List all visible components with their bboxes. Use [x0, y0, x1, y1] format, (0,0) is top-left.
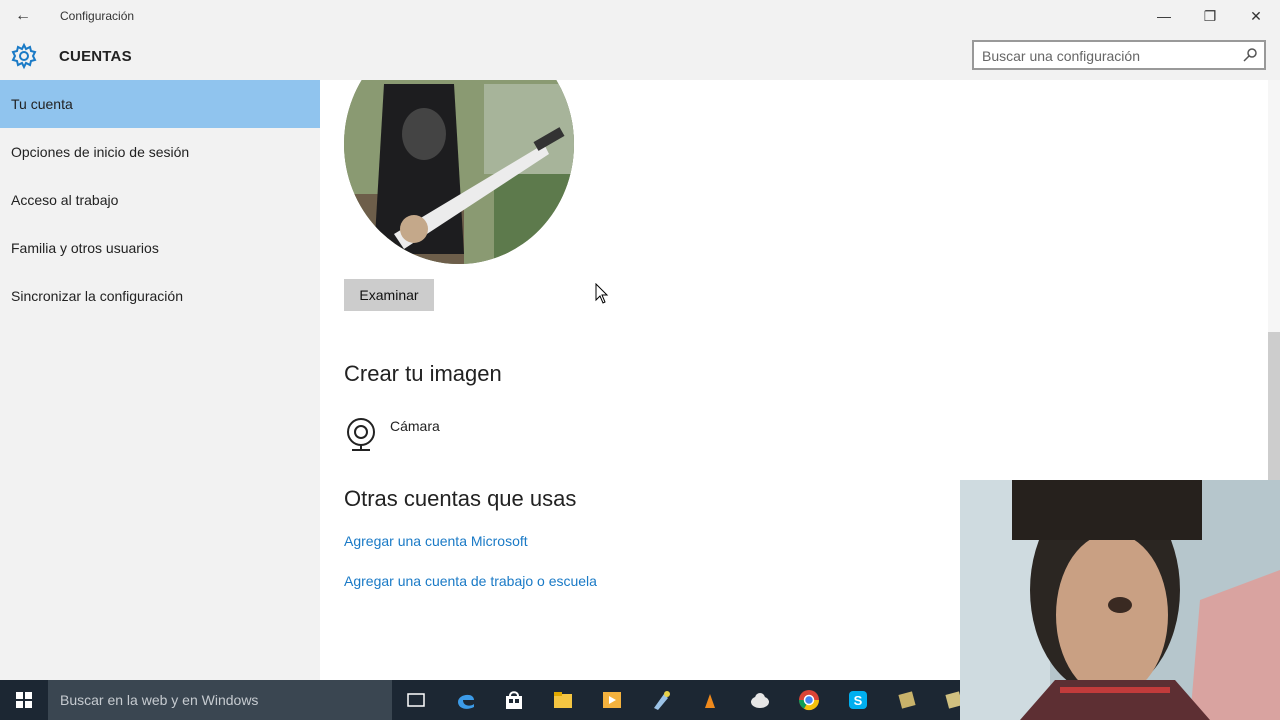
camera-label[interactable]: Cámara	[390, 418, 440, 434]
svg-text:S: S	[854, 693, 863, 708]
sidebar-item-sincronizar[interactable]: Sincronizar la configuración	[0, 272, 320, 320]
mouse-cursor-icon	[595, 283, 609, 304]
sidebar: Tu cuenta Opciones de inicio de sesión A…	[0, 80, 320, 680]
gear-icon	[11, 42, 37, 70]
add-work-school-account-link[interactable]: Agregar una cuenta de trabajo o escuela	[344, 573, 597, 589]
sidebar-item-acceso-trabajo[interactable]: Acceso al trabajo	[0, 176, 320, 224]
restore-button[interactable]: ❐	[1187, 0, 1233, 32]
settings-search-input[interactable]	[982, 46, 1232, 66]
webcam-overlay	[960, 480, 1280, 720]
windows-start-icon[interactable]	[0, 680, 48, 720]
back-arrow-icon[interactable]: ←	[12, 6, 34, 26]
window-title: Configuración	[60, 9, 135, 23]
camera-icon[interactable]	[344, 416, 380, 452]
sidebar-item-familia-usuarios[interactable]: Familia y otros usuarios	[0, 224, 320, 272]
section-title: CUENTAS	[59, 48, 132, 65]
taskbar-search-placeholder: Buscar en la web y en Windows	[60, 692, 259, 708]
sidebar-item-opciones-inicio-sesion[interactable]: Opciones de inicio de sesión	[0, 128, 320, 176]
task-view-icon[interactable]	[404, 688, 428, 712]
add-microsoft-account-link[interactable]: Agregar una cuenta Microsoft	[344, 533, 528, 549]
scrollbar-thumb[interactable]	[1268, 332, 1280, 480]
search-icon[interactable]	[1242, 47, 1258, 63]
sidebar-item-tu-cuenta[interactable]: Tu cuenta	[0, 80, 320, 128]
title-bar: ← Configuración — ❐ ✕	[0, 0, 1280, 32]
create-picture-heading: Crear tu imagen	[344, 361, 502, 386]
skype-icon[interactable]: S	[846, 688, 870, 712]
close-button[interactable]: ✕	[1233, 0, 1279, 32]
vlc-icon[interactable]	[698, 688, 722, 712]
edge-icon[interactable]	[454, 688, 478, 712]
minimize-button[interactable]: —	[1141, 0, 1187, 32]
media-player-icon[interactable]	[600, 688, 624, 712]
app-icon[interactable]	[895, 688, 919, 712]
cloud-icon[interactable]	[748, 688, 772, 712]
file-explorer-icon[interactable]	[551, 688, 575, 712]
taskbar-search-box[interactable]: Buscar en la web y en Windows	[48, 680, 392, 720]
settings-header: CUENTAS	[0, 32, 1280, 80]
chrome-icon[interactable]	[797, 688, 821, 712]
browse-button[interactable]: Examinar	[344, 279, 434, 311]
store-icon[interactable]	[502, 688, 526, 712]
account-picture	[344, 80, 574, 264]
other-accounts-heading: Otras cuentas que usas	[344, 486, 577, 511]
settings-search-box[interactable]	[972, 40, 1266, 70]
paint-icon[interactable]	[650, 688, 674, 712]
